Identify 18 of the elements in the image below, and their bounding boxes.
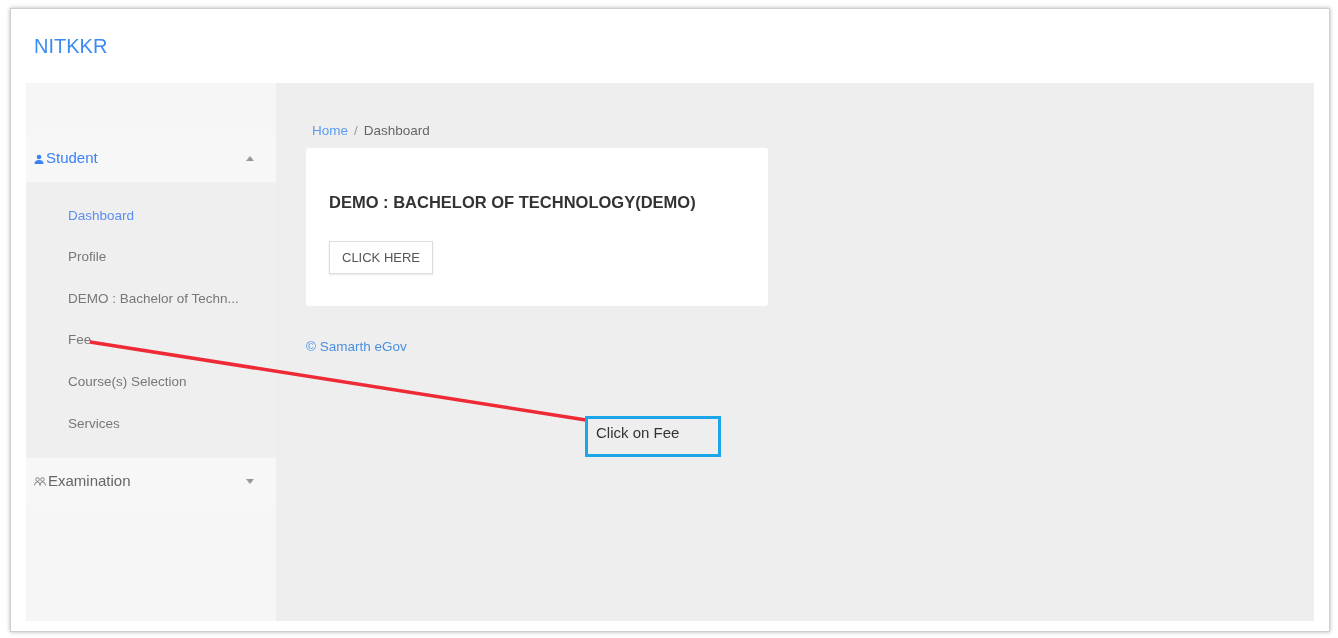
breadcrumb-current: Dashboard bbox=[363, 122, 430, 140]
click-here-button[interactable]: CLICK HERE bbox=[329, 241, 434, 274]
person-icon bbox=[34, 153, 44, 164]
sidebar-item[interactable]: Profile bbox=[26, 236, 276, 279]
sidebar-item[interactable]: Dashboard bbox=[26, 195, 276, 237]
caret-up-icon bbox=[246, 156, 254, 161]
people-icon bbox=[34, 476, 46, 486]
callout-text: Click on Fee bbox=[596, 424, 680, 441]
breadcrumb-link[interactable]: Home bbox=[312, 121, 348, 142]
sidebar-item[interactable]: Fee bbox=[26, 319, 276, 362]
sidebar-item[interactable]: Services bbox=[26, 402, 276, 445]
footer-link[interactable]: © Samarth eGov bbox=[306, 337, 1314, 358]
sidebar-item[interactable]: Course(s) Selection bbox=[26, 361, 276, 403]
sidebar-item[interactable]: DEMO : Bachelor of Techn... bbox=[26, 278, 276, 320]
card-title: DEMO : BACHELOR OF TECHNOLOGY(DEMO) bbox=[329, 192, 697, 214]
brand-title[interactable]: NITKKR bbox=[34, 31, 108, 61]
caret-down-icon bbox=[246, 478, 254, 484]
breadcrumb-separator: / bbox=[354, 122, 358, 140]
